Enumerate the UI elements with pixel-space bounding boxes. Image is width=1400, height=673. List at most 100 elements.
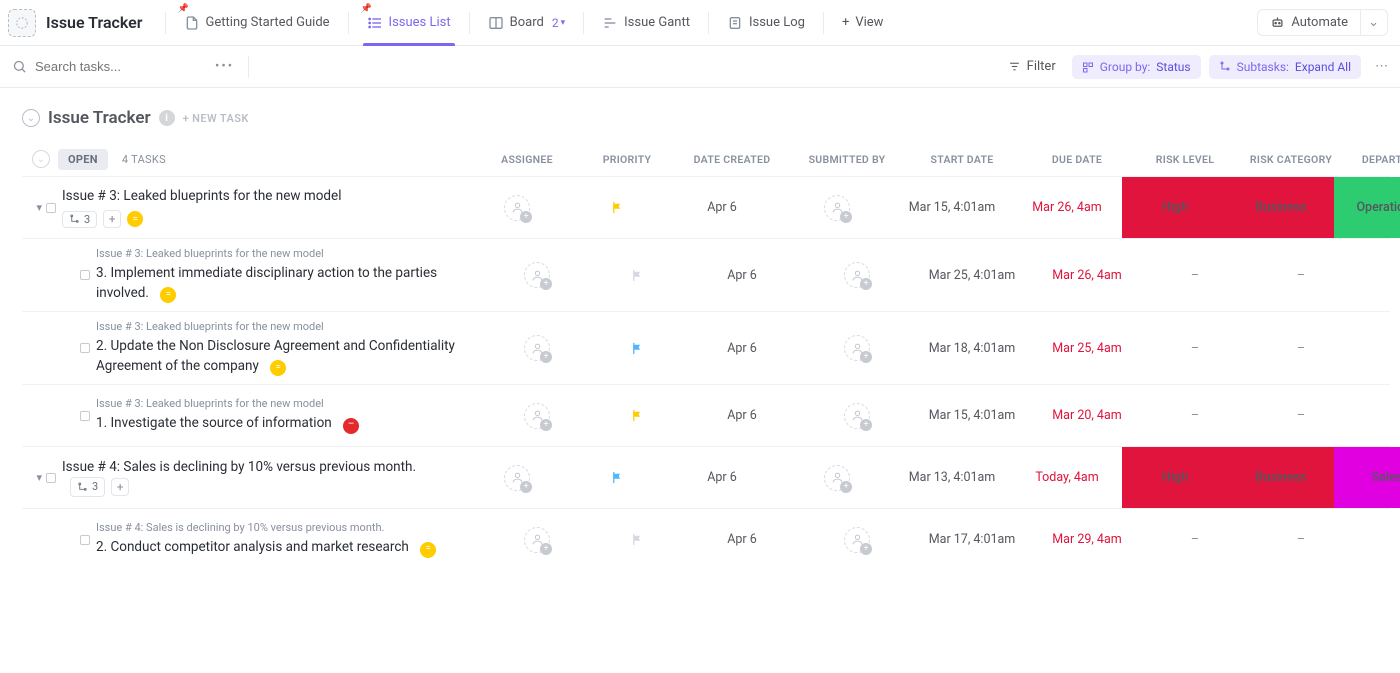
add-view-button[interactable]: + View xyxy=(832,15,894,30)
assignee-placeholder-icon[interactable] xyxy=(504,195,530,221)
risk-level-cell[interactable]: – xyxy=(1142,312,1248,384)
submitter-placeholder-icon[interactable] xyxy=(844,262,870,288)
priority-cell[interactable] xyxy=(592,312,682,384)
status-square[interactable] xyxy=(46,203,56,213)
subtask-count[interactable]: 3 xyxy=(62,211,97,228)
new-task-button[interactable]: + NEW TASK xyxy=(183,112,249,125)
status-square[interactable] xyxy=(80,343,90,353)
col-department[interactable]: DEPARTMENT xyxy=(1344,153,1400,166)
priority-cell[interactable] xyxy=(572,447,662,508)
assignee-placeholder-icon[interactable] xyxy=(524,403,550,429)
col-due-date[interactable]: DUE DATE xyxy=(1022,153,1132,166)
task-row[interactable]: Issue # 3: Leaked blueprints for the new… xyxy=(22,384,1390,446)
task-name-cell[interactable]: Issue # 3: Leaked blueprints for the new… xyxy=(62,177,462,238)
assignee-cell[interactable] xyxy=(462,447,572,508)
group-collapse-button[interactable]: ⌄ xyxy=(32,150,50,168)
more-options-button[interactable]: ••• xyxy=(215,59,234,74)
priority-flag-icon[interactable] xyxy=(630,268,645,283)
risk-category-cell[interactable]: – xyxy=(1248,312,1354,384)
space-title[interactable]: Issue Tracker xyxy=(46,13,143,32)
task-row[interactable]: Issue # 3: Leaked blueprints for the new… xyxy=(22,238,1390,311)
due-date-cell[interactable]: Mar 29, 4am xyxy=(1032,509,1142,570)
add-subtask-button[interactable]: + xyxy=(111,478,129,496)
priority-cell[interactable] xyxy=(592,239,682,311)
start-date-cell[interactable]: Mar 13, 4:01am xyxy=(892,447,1012,508)
space-icon[interactable] xyxy=(8,9,36,37)
risk-category-cell[interactable]: – xyxy=(1248,385,1354,446)
tab-board[interactable]: Board 2▾ xyxy=(478,0,575,46)
submitted-by-cell[interactable] xyxy=(802,385,912,446)
submitter-placeholder-icon[interactable] xyxy=(824,465,850,491)
risk-category-cell[interactable]: – xyxy=(1248,509,1354,570)
priority-cell[interactable] xyxy=(592,385,682,446)
group-status-chip[interactable]: OPEN xyxy=(58,149,108,170)
pause-circle-icon[interactable]: = xyxy=(420,542,436,558)
start-date-cell[interactable]: Mar 17, 4:01am xyxy=(912,509,1032,570)
status-square[interactable] xyxy=(46,473,56,483)
automate-dropdown[interactable]: ⌄ xyxy=(1360,9,1388,36)
department-cell[interactable]: – xyxy=(1354,239,1400,311)
priority-flag-icon[interactable] xyxy=(630,408,645,423)
risk-level-cell[interactable]: – xyxy=(1142,239,1248,311)
department-cell[interactable]: – xyxy=(1354,312,1400,384)
toolbar-settings-button[interactable]: ⋯ xyxy=(1375,59,1388,74)
col-assignee[interactable]: ASSIGNEE xyxy=(472,153,582,166)
minus-circle-icon[interactable]: – xyxy=(343,418,359,434)
task-name-cell[interactable]: Issue # 3: Leaked blueprints for the new… xyxy=(96,239,482,311)
status-square[interactable] xyxy=(80,270,90,280)
search-input[interactable] xyxy=(35,59,195,74)
department-cell[interactable]: – xyxy=(1354,509,1400,570)
risk-level-cell[interactable]: High xyxy=(1122,177,1228,238)
pause-circle-icon[interactable]: = xyxy=(160,287,176,303)
assignee-placeholder-icon[interactable] xyxy=(504,465,530,491)
subtask-count[interactable]: 3 xyxy=(70,477,105,497)
assignee-placeholder-icon[interactable] xyxy=(524,527,550,553)
start-date-cell[interactable]: Mar 15, 4:01am xyxy=(892,177,1012,238)
task-row[interactable]: ▾Issue # 3: Leaked blueprints for the ne… xyxy=(22,176,1390,238)
risk-level-cell[interactable]: High xyxy=(1122,447,1228,508)
task-row[interactable]: ▾Issue # 4: Sales is declining by 10% ve… xyxy=(22,446,1390,508)
task-name-cell[interactable]: Issue # 3: Leaked blueprints for the new… xyxy=(96,385,482,446)
assignee-placeholder-icon[interactable] xyxy=(524,262,550,288)
department-cell[interactable]: Operations xyxy=(1334,177,1400,238)
priority-cell[interactable] xyxy=(592,509,682,570)
due-date-cell[interactable]: Today, 4am xyxy=(1012,447,1122,508)
status-square[interactable] xyxy=(80,535,90,545)
risk-level-cell[interactable]: – xyxy=(1142,385,1248,446)
submitted-by-cell[interactable] xyxy=(802,239,912,311)
col-risk-category[interactable]: RISK CATEGORY xyxy=(1238,153,1344,166)
priority-flag-icon[interactable] xyxy=(630,532,645,547)
col-risk-level[interactable]: RISK LEVEL xyxy=(1132,153,1238,166)
assignee-cell[interactable] xyxy=(462,177,572,238)
subtasks-pill[interactable]: Subtasks: Expand All xyxy=(1209,55,1361,79)
automate-button[interactable]: Automate xyxy=(1257,9,1361,36)
assignee-placeholder-icon[interactable] xyxy=(524,335,550,361)
task-name-cell[interactable]: Issue # 3: Leaked blueprints for the new… xyxy=(96,312,482,384)
assignee-cell[interactable] xyxy=(482,312,592,384)
tab-issue-gantt[interactable]: Issue Gantt xyxy=(592,0,700,46)
assignee-cell[interactable] xyxy=(482,385,592,446)
assignee-cell[interactable] xyxy=(482,239,592,311)
task-row[interactable]: Issue # 4: Sales is declining by 10% ver… xyxy=(22,508,1390,570)
submitter-placeholder-icon[interactable] xyxy=(844,527,870,553)
risk-category-cell[interactable]: Business xyxy=(1228,447,1334,508)
tab-issue-log[interactable]: Issue Log xyxy=(717,0,815,46)
due-date-cell[interactable]: Mar 26, 4am xyxy=(1012,177,1122,238)
due-date-cell[interactable]: Mar 25, 4am xyxy=(1032,312,1142,384)
col-priority[interactable]: PRIORITY xyxy=(582,153,672,166)
status-square[interactable] xyxy=(80,411,90,421)
risk-category-cell[interactable]: Business xyxy=(1228,177,1334,238)
submitted-by-cell[interactable] xyxy=(802,312,912,384)
task-name-cell[interactable]: Issue # 4: Sales is declining by 10% ver… xyxy=(96,509,482,570)
start-date-cell[interactable]: Mar 18, 4:01am xyxy=(912,312,1032,384)
add-subtask-button[interactable]: + xyxy=(103,210,121,228)
submitter-placeholder-icon[interactable] xyxy=(844,335,870,361)
department-cell[interactable]: Sales xyxy=(1334,447,1400,508)
submitter-placeholder-icon[interactable] xyxy=(824,195,850,221)
filter-button[interactable]: Filter xyxy=(1000,55,1064,78)
groupby-pill[interactable]: Group by: Status xyxy=(1072,55,1201,79)
col-start-date[interactable]: START DATE xyxy=(902,153,1022,166)
tab-issues-list[interactable]: 📌 Issues List xyxy=(357,0,461,46)
info-icon[interactable]: i xyxy=(159,110,175,126)
assignee-cell[interactable] xyxy=(482,509,592,570)
